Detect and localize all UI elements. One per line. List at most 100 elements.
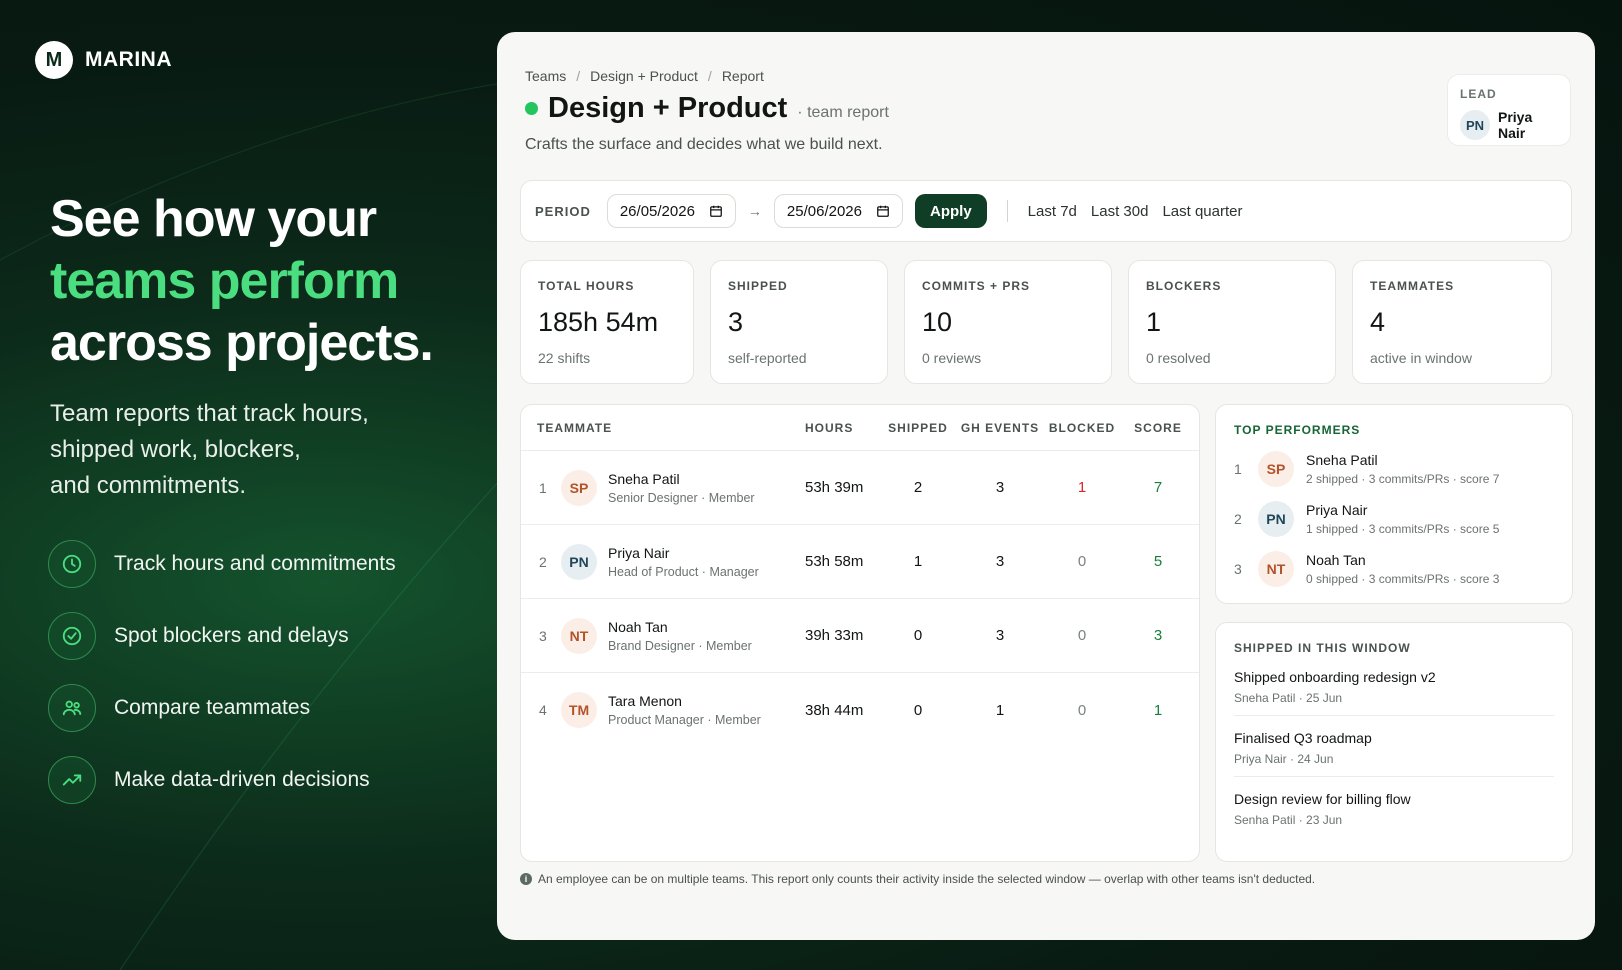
footnote: i An employee can be on multiple teams. … bbox=[520, 872, 1315, 886]
quick-range-last-30d[interactable]: Last 30d bbox=[1091, 203, 1149, 220]
team-description: Crafts the surface and decides what we b… bbox=[525, 136, 883, 153]
shipped-item-title: Finalised Q3 roadmap bbox=[1234, 730, 1372, 746]
performer-meta: 2 shipped · 3 commits/PRs · score 7 bbox=[1306, 472, 1500, 486]
stat-sub: active in window bbox=[1370, 350, 1472, 366]
range-arrow-icon: → bbox=[747, 203, 762, 219]
avatar: PN bbox=[1258, 501, 1294, 537]
performer-item[interactable]: 3 NT Noah Tan 0 shipped · 3 commits/PRs … bbox=[1234, 551, 1554, 587]
cell-hours: 38h 44m bbox=[805, 701, 864, 719]
breadcrumb-team[interactable]: Design + Product bbox=[590, 68, 698, 84]
person-info: Noah Tan Brand Designer · Member bbox=[608, 619, 752, 653]
cell-hours: 53h 58m bbox=[805, 553, 864, 570]
period-filter-bar: PERIOD 26/05/2026 → 25/06/2026 Apply Las… bbox=[520, 180, 1572, 242]
brand-name: MARINA bbox=[85, 48, 172, 71]
breadcrumb-current: Report bbox=[721, 68, 764, 84]
apply-button[interactable]: Apply bbox=[915, 194, 987, 228]
person-role: Product Manager · Member bbox=[608, 713, 761, 727]
column-header-gh-events[interactable]: GH EVENTS bbox=[959, 421, 1041, 435]
performer-rank: 2 bbox=[1234, 511, 1242, 527]
shipped-item[interactable]: Shipped onboarding redesign v2 Sneha Pat… bbox=[1234, 655, 1554, 716]
person-name: Sneha Patil bbox=[608, 470, 680, 487]
performer-name: Sneha Patil bbox=[1306, 452, 1378, 468]
date-to-input[interactable]: 25/06/2026 bbox=[773, 194, 903, 228]
divider bbox=[1006, 200, 1008, 222]
stat-shipped: SHIPPED 3 self-reported bbox=[710, 260, 888, 384]
date-from-input[interactable]: 26/05/2026 bbox=[606, 194, 736, 228]
hero-subtitle-line: shipped work, blockers, bbox=[50, 436, 301, 463]
cell-gh-events: 3 bbox=[995, 479, 1005, 496]
stat-label: TOTAL HOURS bbox=[538, 279, 635, 293]
feature-item: Spot blockers and delays bbox=[48, 612, 396, 660]
table-row[interactable]: 2 PN Priya Nair Head of Product · Manage… bbox=[521, 525, 1199, 599]
trend-up-icon bbox=[48, 756, 96, 804]
performer-item[interactable]: 2 PN Priya Nair 1 shipped · 3 commits/PR… bbox=[1234, 501, 1554, 537]
cell-shipped: 1 bbox=[913, 553, 923, 570]
feature-item: Track hours and commitments bbox=[48, 540, 396, 588]
performer-info: Priya Nair 1 shipped · 3 commits/PRs · s… bbox=[1306, 502, 1499, 536]
cell-shipped: 2 bbox=[913, 479, 923, 496]
stat-sub: 0 reviews bbox=[922, 350, 982, 366]
shipped-window-title: SHIPPED IN THIS WINDOW bbox=[1234, 641, 1411, 655]
hero-line-1: See how your bbox=[50, 190, 377, 248]
lead-label: LEAD bbox=[1460, 87, 1497, 101]
table-row[interactable]: 3 NT Noah Tan Brand Designer · Member 39… bbox=[521, 599, 1199, 673]
calendar-icon[interactable] bbox=[876, 204, 890, 218]
shipped-item[interactable]: Design review for billing flow Senha Pat… bbox=[1234, 777, 1554, 837]
teammates-table: TEAMMATE HOURS SHIPPED GH EVENTS BLOCKED… bbox=[520, 404, 1200, 862]
person-role: Brand Designer · Member bbox=[608, 638, 752, 653]
performer-name: Priya Nair bbox=[1306, 502, 1368, 518]
hero-headline: See how your teams perform across projec… bbox=[50, 188, 434, 374]
row-rank: 1 bbox=[539, 479, 547, 496]
row-rank: 4 bbox=[539, 702, 547, 718]
column-header-teammate[interactable]: TEAMMATE bbox=[521, 421, 805, 435]
brand-logo-icon: M bbox=[35, 41, 73, 79]
hero-line-3: across projects. bbox=[50, 314, 434, 372]
cell-score: 7 bbox=[1153, 479, 1163, 496]
stat-sub: 0 resolved bbox=[1146, 350, 1211, 366]
date-from-value: 26/05/2026 bbox=[619, 202, 695, 220]
performer-info: Sneha Patil 2 shipped · 3 commits/PRs · … bbox=[1306, 452, 1499, 486]
cell-score: 1 bbox=[1153, 701, 1163, 719]
performer-meta: 0 shipped · 3 commits/PRs · score 3 bbox=[1306, 572, 1500, 586]
column-header-hours[interactable]: HOURS bbox=[805, 421, 877, 435]
quick-range-last-7d[interactable]: Last 7d bbox=[1028, 203, 1077, 220]
breadcrumb-teams[interactable]: Teams bbox=[525, 68, 566, 84]
cell-gh-events: 3 bbox=[995, 627, 1005, 644]
avatar: SP bbox=[561, 469, 597, 506]
cell-blocked: 1 bbox=[1077, 479, 1087, 496]
feature-item: Compare teammates bbox=[48, 684, 396, 732]
info-icon: i bbox=[520, 873, 532, 885]
lead-card[interactable]: LEAD PN Priya Nair bbox=[1447, 74, 1571, 146]
hero-subtitle: Team reports that track hours, shipped w… bbox=[50, 396, 430, 504]
stat-value: 185h 54m bbox=[538, 307, 659, 337]
clock-icon bbox=[48, 540, 96, 588]
breadcrumb-separator: / bbox=[576, 68, 581, 84]
cell-hours: 39h 33m bbox=[805, 627, 864, 644]
stat-label: BLOCKERS bbox=[1146, 279, 1222, 293]
shipped-item-meta: Senha Patil · 23 Jun bbox=[1234, 813, 1343, 827]
row-person: NT Noah Tan Brand Designer · Member bbox=[561, 617, 805, 654]
table-row[interactable]: 1 SP Sneha Patil Senior Designer · Membe… bbox=[521, 451, 1199, 525]
calendar-icon[interactable] bbox=[709, 204, 723, 218]
column-header-shipped[interactable]: SHIPPED bbox=[877, 421, 959, 435]
stat-sub: 22 shifts bbox=[538, 350, 591, 366]
performer-item[interactable]: 1 SP Sneha Patil 2 shipped · 3 commits/P… bbox=[1234, 451, 1554, 487]
cell-score: 5 bbox=[1153, 553, 1163, 570]
shipped-item[interactable]: Finalised Q3 roadmap Priya Nair · 24 Jun bbox=[1234, 716, 1554, 777]
table-row[interactable]: 4 TM Tara Menon Product Manager · Member… bbox=[521, 673, 1199, 747]
shipped-item-meta: Sneha Patil · 25 Jun bbox=[1234, 691, 1343, 705]
quick-range-last-quarter[interactable]: Last quarter bbox=[1162, 203, 1242, 220]
date-to-value: 25/06/2026 bbox=[786, 202, 862, 220]
feature-label: Make data-driven decisions bbox=[114, 768, 370, 791]
feature-label: Spot blockers and delays bbox=[114, 624, 349, 647]
stat-label: SHIPPED bbox=[728, 279, 788, 293]
footnote-text: An employee can be on multiple teams. Th… bbox=[538, 872, 1316, 886]
brand[interactable]: M MARINA bbox=[35, 41, 172, 79]
column-header-blocked[interactable]: BLOCKED bbox=[1041, 421, 1123, 435]
feature-label: Compare teammates bbox=[114, 696, 311, 719]
cell-blocked: 0 bbox=[1077, 701, 1087, 719]
person-info: Priya Nair Head of Product · Manager bbox=[608, 545, 759, 579]
person-role: Head of Product · Manager bbox=[608, 564, 759, 579]
column-header-score[interactable]: SCORE bbox=[1123, 421, 1193, 435]
stat-label: COMMITS + PRS bbox=[922, 279, 1031, 293]
